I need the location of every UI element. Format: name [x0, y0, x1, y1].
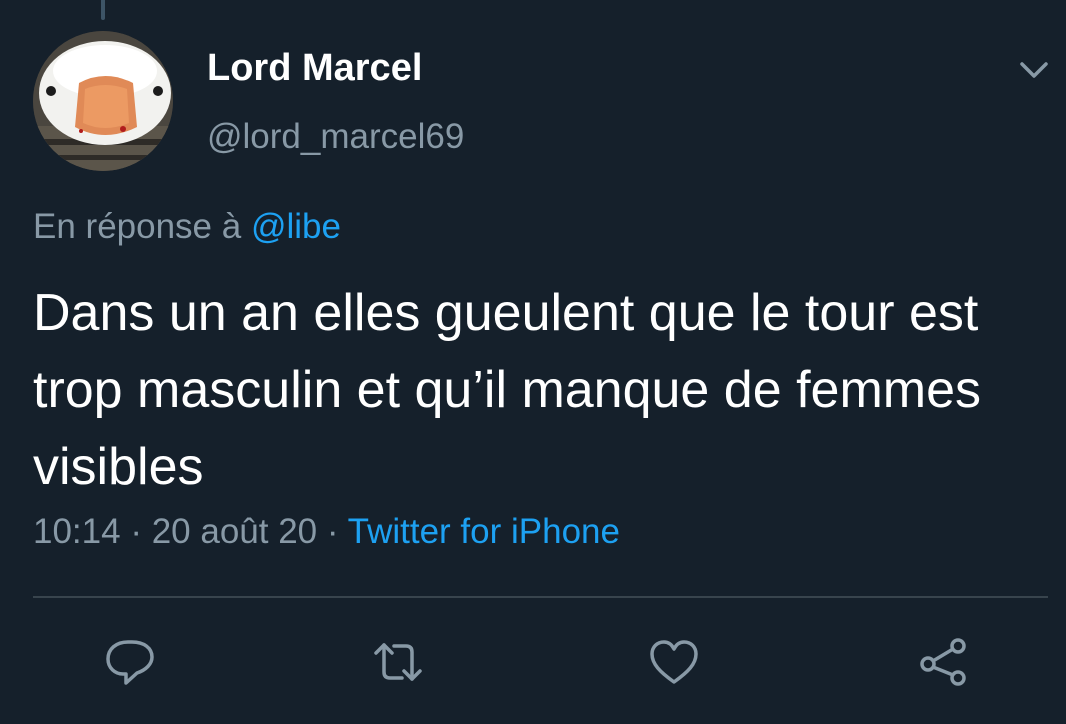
chevron-down-icon: [1020, 62, 1048, 78]
retweet-button[interactable]: [370, 634, 426, 690]
tweet-meta: 10:14 · 20 août 20 · Twitter for iPhone: [33, 512, 620, 552]
reply-icon: [106, 640, 154, 685]
meta-separator: ·: [326, 512, 339, 551]
divider: [33, 596, 1048, 598]
tweet-time: 10:14: [33, 512, 121, 551]
reply-context: En réponse à @libe: [33, 207, 341, 247]
like-button[interactable]: [646, 634, 702, 690]
meta-separator: ·: [130, 512, 142, 551]
thread-connector-line: [101, 0, 105, 20]
reply-prefix: En réponse à: [33, 207, 242, 246]
reply-button[interactable]: [102, 634, 158, 690]
tweet-source-link[interactable]: Twitter for iPhone: [348, 512, 620, 551]
reply-mention-link[interactable]: @libe: [251, 207, 341, 246]
author-handle[interactable]: @lord_marcel69: [207, 117, 464, 157]
retweet-icon: [374, 643, 422, 681]
share-icon: [920, 638, 966, 686]
author-display-name[interactable]: Lord Marcel: [207, 47, 422, 90]
heart-icon: [650, 640, 698, 684]
tweet-date: 20 août 20: [151, 512, 318, 551]
tweet-menu-button[interactable]: [1014, 52, 1054, 88]
share-button[interactable]: [916, 634, 972, 690]
avatar[interactable]: [33, 31, 173, 171]
tweet-text: Dans un an elles gueulent que le tour es…: [33, 284, 982, 496]
avatar-image: [33, 31, 173, 171]
